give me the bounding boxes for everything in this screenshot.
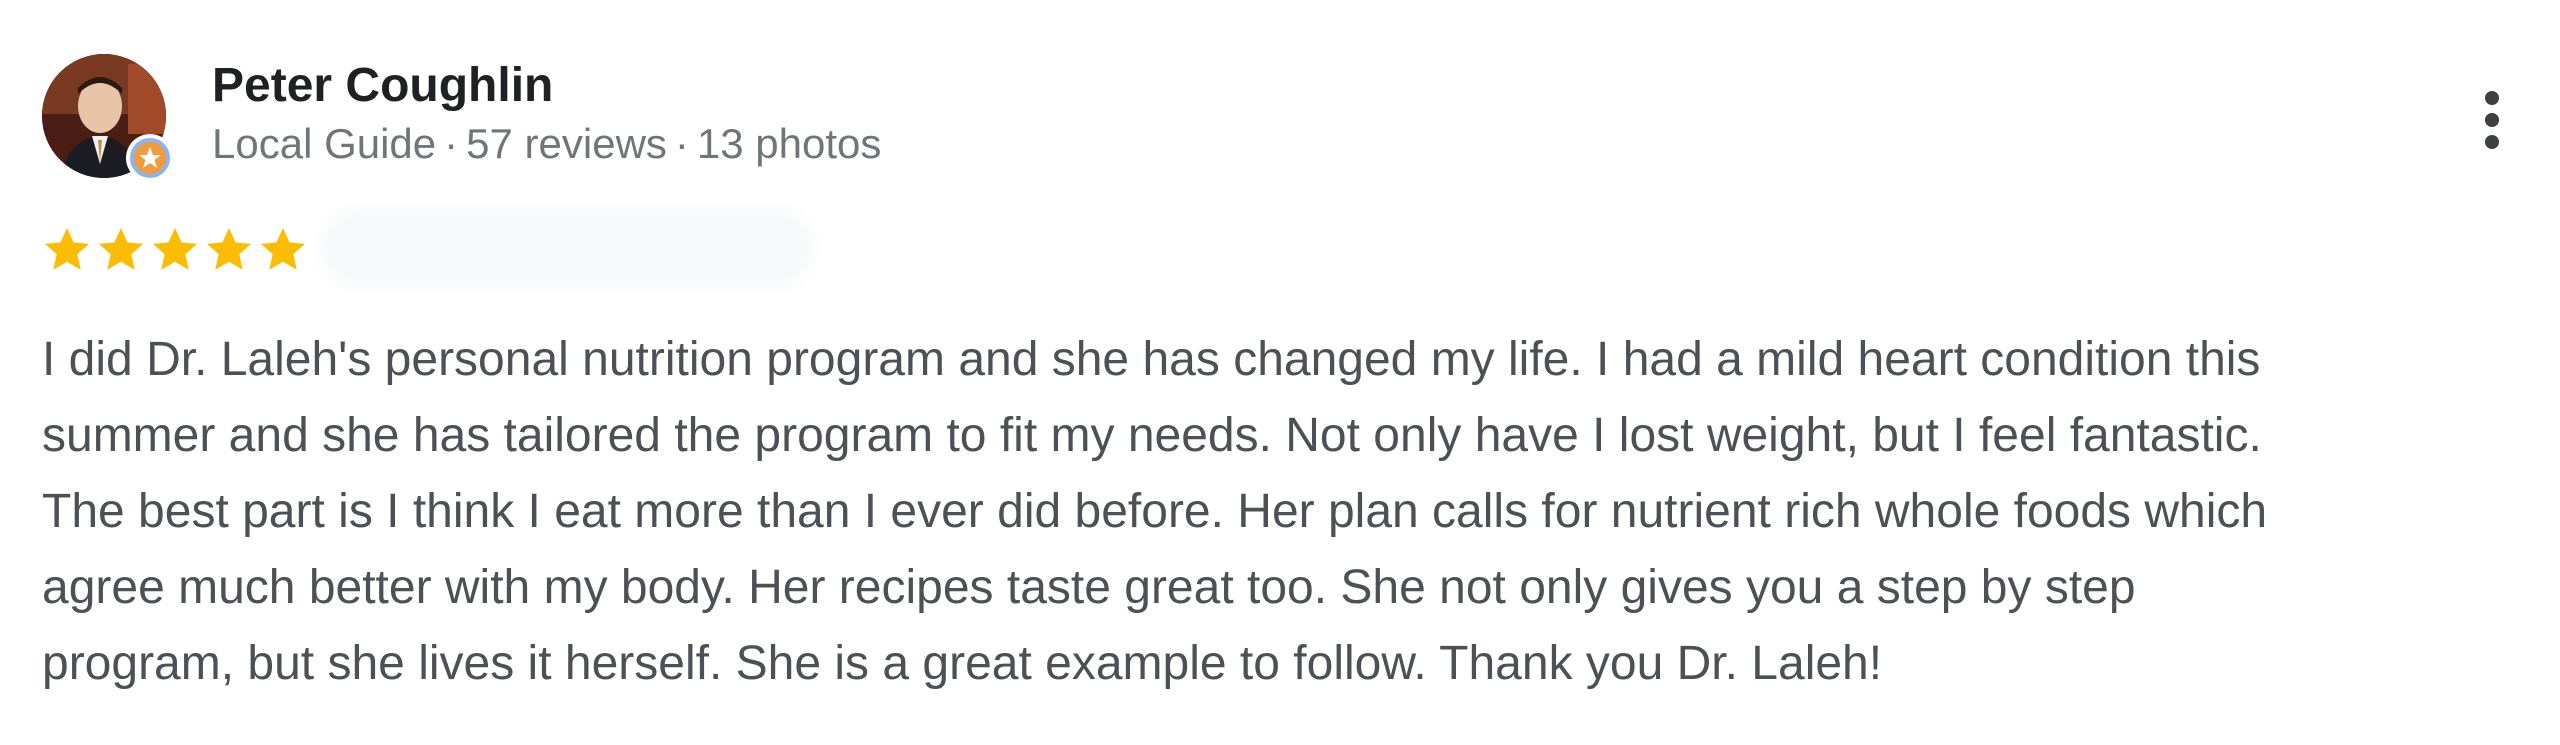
review-text-line: summer and she has tailored the program … [42,409,2262,462]
local-guide-label: Local Guide [212,120,437,167]
star-icon [98,227,144,270]
review-card: Peter Coughlin Local Guide · 57 reviews · 13… [0,0,2560,745]
reviewer-name[interactable]: Peter Coughlin [212,56,553,116]
reviewer-meta: Local Guide · 57 reviews · 13 photos [212,116,881,172]
review-text-line: I did Dr. Laleh's personal nutrition pro… [42,333,2261,386]
star-icon [152,227,198,270]
review-text: I did Dr. Laleh's personal nutrition pro… [42,322,2542,702]
star-icon [206,227,252,270]
review-text-line: program, but she lives it herself. She i… [42,637,1883,690]
review-text-line: agree much better with my body. Her reci… [42,561,2136,614]
star-rating [40,220,310,280]
star-icon [260,227,306,270]
meta-separator: · [444,120,459,167]
photo-count: 13 photos [696,120,882,167]
star-icon [44,227,90,270]
avatar[interactable] [42,54,174,182]
meta-separator: · [674,120,689,167]
local-guide-star-icon [126,134,174,182]
review-text-line: The best part is I think I eat more than… [42,485,2268,538]
more-vert-icon[interactable] [2468,80,2516,160]
review-date-redacted [322,208,812,288]
review-count: 57 reviews [466,120,667,167]
